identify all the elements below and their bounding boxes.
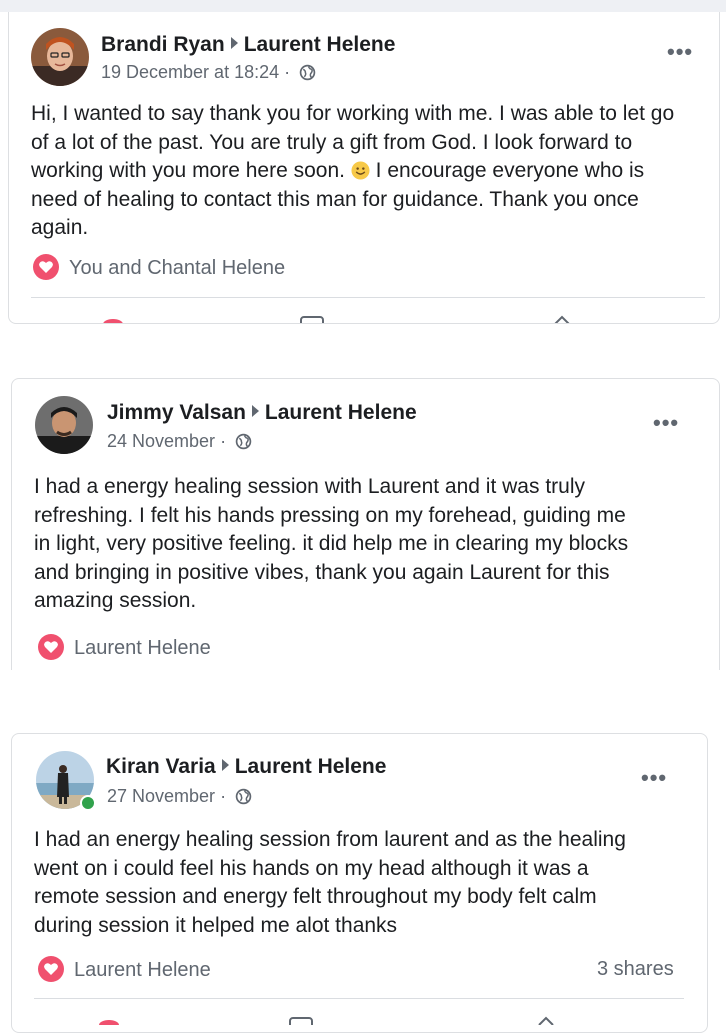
post-text-line: amazing session.	[34, 589, 197, 613]
post-text-line: need of healing to contact this man for …	[31, 187, 639, 211]
post-text-line: I had an energy healing session from lau…	[34, 828, 626, 851]
globe-icon	[235, 433, 252, 450]
page-top-strip	[0, 0, 726, 12]
like-icon	[99, 1020, 119, 1025]
heart-icon	[33, 254, 59, 280]
reaction-names: Laurent Helene	[74, 637, 211, 659]
avatar-photo	[31, 28, 89, 86]
more-options-icon[interactable]: •••	[641, 765, 667, 791]
action-bar-partial	[103, 315, 570, 323]
post-text-segment: working with you more here soon.	[31, 159, 345, 183]
post-text-line: remote session and energy felt throughou…	[34, 885, 597, 909]
avatar[interactable]	[35, 396, 93, 454]
post-card-2: Jimmy Valsan Laurent Helene 24 November ·…	[11, 378, 720, 670]
post-card-3: Kiran Varia Laurent Helene 27 November · …	[11, 733, 708, 1033]
reaction-summary[interactable]: Laurent Helene	[38, 634, 211, 660]
reaction-names: You and Chantal Helene	[69, 257, 286, 279]
meta-separator: ·	[220, 431, 227, 451]
post-header-names: Jimmy Valsan Laurent Helene	[107, 401, 417, 425]
smiley-emoji-icon	[351, 161, 370, 180]
shares-count[interactable]: 3 shares	[597, 958, 674, 981]
post-date[interactable]: 27 November	[107, 786, 215, 806]
post-date[interactable]: 19 December at 18:24	[101, 62, 279, 82]
post-meta: 19 December at 18:24 ·	[101, 62, 316, 83]
more-options-icon[interactable]: •••	[653, 410, 679, 436]
reaction-names: Laurent Helene	[74, 959, 211, 981]
divider	[31, 297, 705, 298]
meta-separator: ·	[284, 62, 291, 82]
post-card-1: Brandi Ryan Laurent Helene 19 December at…	[8, 12, 720, 324]
reaction-summary[interactable]: You and Chantal Helene	[33, 254, 285, 280]
post-date[interactable]: 24 November	[107, 431, 215, 451]
post-text-line-with-emoji: working with you more here soon. I encou…	[31, 157, 719, 186]
post-text-line: during session it helped me alot thanks	[34, 913, 398, 937]
post-text: I had an energy healing session from lau…	[34, 826, 704, 940]
arrow-right-icon	[221, 759, 229, 771]
heart-icon	[38, 634, 64, 660]
post-text-line: again.	[31, 216, 89, 240]
globe-icon	[235, 788, 252, 805]
globe-icon	[299, 64, 316, 81]
target-name[interactable]: Laurent Helene	[265, 401, 417, 424]
author-name[interactable]: Jimmy Valsan	[107, 401, 246, 424]
post-text: I had a energy healing session with Laur…	[34, 473, 714, 616]
arrow-right-icon	[230, 37, 238, 49]
share-icon	[554, 315, 570, 323]
post-text-line: went on i could feel his hands on my hea…	[34, 856, 589, 880]
post-text-line: and bringing in positive vibes, thank yo…	[34, 560, 610, 584]
meta-separator: ·	[220, 786, 227, 806]
post-text-line: of a lot of the past. You are truly a gi…	[31, 130, 633, 154]
comment-icon	[300, 316, 324, 323]
divider	[34, 998, 684, 999]
avatar[interactable]	[31, 28, 89, 86]
reaction-summary[interactable]: Laurent Helene	[38, 956, 211, 982]
online-status-indicator	[80, 795, 96, 811]
more-options-icon[interactable]: •••	[667, 39, 693, 65]
post-text-line: I had a energy healing session with Laur…	[34, 475, 585, 498]
avatar-photo	[35, 396, 93, 454]
post-text-line: refreshing. I felt his hands pressing on…	[34, 503, 626, 527]
post-text-line: in light, very positive feeling. it did …	[34, 532, 629, 556]
post-text-line: Hi, I wanted to say thank you for workin…	[31, 102, 675, 125]
post-meta: 24 November ·	[107, 431, 252, 452]
like-icon	[103, 319, 123, 323]
target-name[interactable]: Laurent Helene	[244, 33, 396, 56]
target-name[interactable]: Laurent Helene	[235, 755, 387, 778]
heart-icon	[38, 956, 64, 982]
post-text: Hi, I wanted to say thank you for workin…	[31, 100, 719, 243]
post-header-names: Brandi Ryan Laurent Helene	[101, 33, 395, 57]
post-meta: 27 November ·	[107, 786, 252, 807]
arrow-right-icon	[251, 405, 259, 417]
post-header-names: Kiran Varia Laurent Helene	[106, 755, 386, 779]
author-name[interactable]: Brandi Ryan	[101, 33, 225, 56]
author-name[interactable]: Kiran Varia	[106, 755, 216, 778]
post-text-segment: I encourage everyone who is	[369, 159, 645, 183]
